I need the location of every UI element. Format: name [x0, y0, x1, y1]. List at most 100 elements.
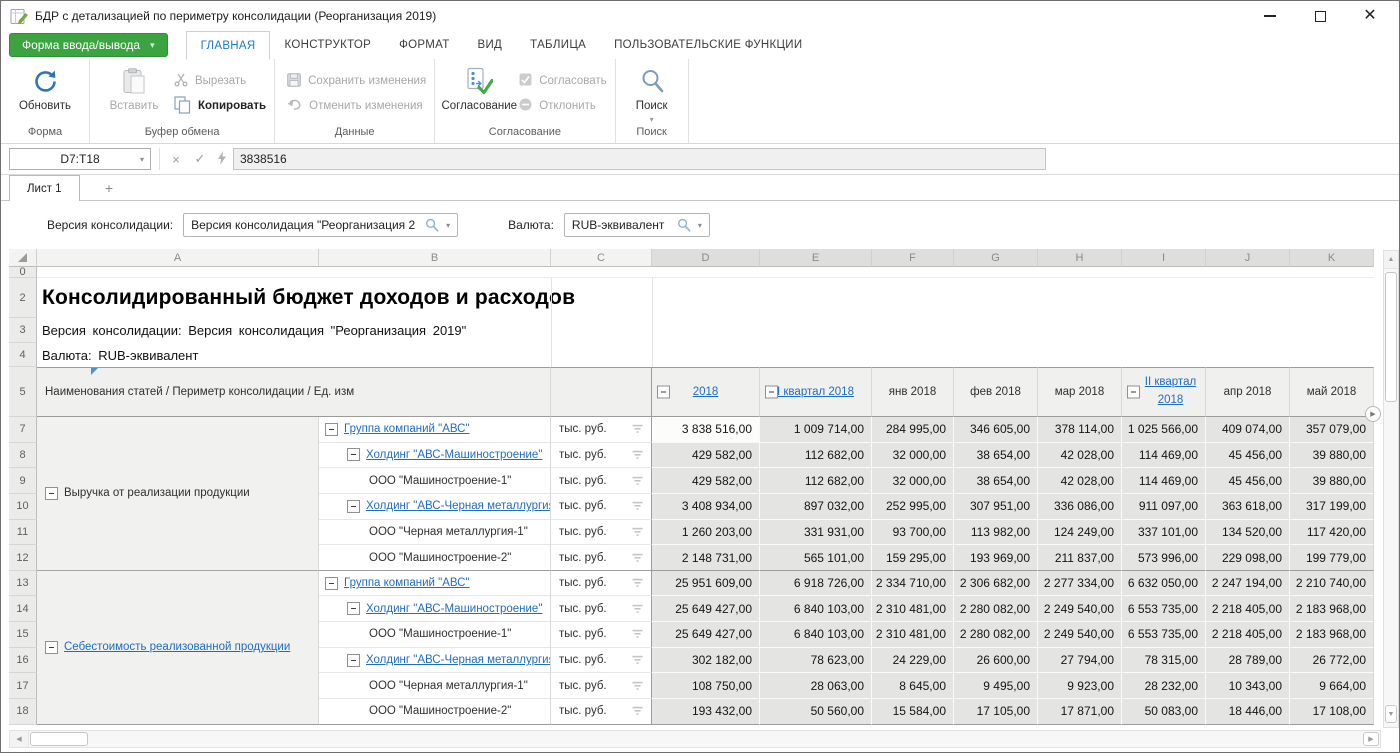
- entity-cell[interactable]: ООО "Черная металлургия-1": [319, 673, 551, 699]
- value-cell[interactable]: 17 105,00: [954, 699, 1038, 725]
- sheet-tab-list1[interactable]: Лист 1: [9, 175, 80, 201]
- maximize-button[interactable]: [1295, 1, 1345, 31]
- entity-cell[interactable]: Группа компаний "АВС": [319, 571, 551, 597]
- period-header[interactable]: мар 2018: [1038, 367, 1122, 417]
- value-cell[interactable]: 357 079,00: [1290, 417, 1374, 443]
- entity-cell[interactable]: ООО "Машиностроение-2": [319, 545, 551, 571]
- column-header-I[interactable]: I: [1122, 249, 1206, 267]
- value-cell[interactable]: 17 108,00: [1290, 699, 1374, 725]
- chevron-down-icon[interactable]: ▾: [140, 155, 144, 164]
- value-cell[interactable]: 124 249,00: [1038, 520, 1122, 546]
- value-cell[interactable]: 337 101,00: [1122, 520, 1206, 546]
- value-cell[interactable]: 2 334 710,00: [872, 571, 954, 597]
- row-header-2[interactable]: 2: [9, 278, 37, 318]
- close-button[interactable]: ✕: [1345, 1, 1395, 31]
- value-cell[interactable]: 346 605,00: [954, 417, 1038, 443]
- unit-cell[interactable]: тыс. руб.: [551, 622, 652, 648]
- column-header-F[interactable]: F: [872, 249, 954, 267]
- value-cell[interactable]: 32 000,00: [872, 468, 954, 494]
- value-cell[interactable]: 114 469,00: [1122, 443, 1206, 469]
- unit-cell[interactable]: тыс. руб.: [551, 545, 652, 571]
- value-cell[interactable]: 429 582,00: [652, 443, 760, 469]
- value-cell[interactable]: 28 232,00: [1122, 673, 1206, 699]
- value-cell[interactable]: 429 582,00: [652, 468, 760, 494]
- value-cell[interactable]: 112 682,00: [760, 468, 872, 494]
- value-cell[interactable]: 193 969,00: [954, 545, 1038, 571]
- version-line[interactable]: Версия консолидации: Версия консолидация…: [37, 318, 1374, 343]
- value-cell[interactable]: 284 995,00: [872, 417, 954, 443]
- value-cell[interactable]: 378 114,00: [1038, 417, 1122, 443]
- row-header-8[interactable]: 8: [9, 443, 37, 469]
- entity-cell[interactable]: Холдинг "АВС-Черная металлургия": [319, 494, 551, 520]
- search-button[interactable]: Поиск ▾: [624, 61, 680, 124]
- filter-icon[interactable]: [632, 450, 643, 460]
- entity-cell[interactable]: ООО "Машиностроение-1": [319, 622, 551, 648]
- grid-row-0[interactable]: [37, 267, 1374, 278]
- filter-icon[interactable]: [632, 706, 643, 716]
- column-header-K[interactable]: K: [1290, 249, 1374, 267]
- period-header[interactable]: II квартал 2018: [1122, 367, 1206, 417]
- value-cell[interactable]: 6 632 050,00: [1122, 571, 1206, 597]
- entity-cell[interactable]: Холдинг "АВС-Машиностроение": [319, 596, 551, 622]
- collapse-icon[interactable]: [45, 641, 58, 654]
- cancel-entry-button[interactable]: ×: [165, 148, 187, 170]
- confirm-entry-button[interactable]: ✓: [189, 148, 211, 170]
- value-cell[interactable]: 2 306 682,00: [954, 571, 1038, 597]
- scroll-right-arrow-icon[interactable]: ▶: [1363, 732, 1379, 746]
- value-cell[interactable]: 911 097,00: [1122, 494, 1206, 520]
- value-cell[interactable]: 9 923,00: [1038, 673, 1122, 699]
- value-cell[interactable]: 108 750,00: [652, 673, 760, 699]
- value-cell[interactable]: 1 260 203,00: [652, 520, 760, 546]
- value-cell[interactable]: 302 182,00: [652, 648, 760, 674]
- value-cell[interactable]: 93 700,00: [872, 520, 954, 546]
- value-cell[interactable]: 573 996,00: [1122, 545, 1206, 571]
- entity-cell[interactable]: Холдинг "АВС-Черная металлургия": [319, 648, 551, 674]
- value-cell[interactable]: 45 456,00: [1206, 443, 1290, 469]
- value-cell[interactable]: 2 249 540,00: [1038, 622, 1122, 648]
- column-header-C[interactable]: C: [551, 249, 652, 267]
- value-cell[interactable]: 331 931,00: [760, 520, 872, 546]
- value-cell[interactable]: 117 420,00: [1290, 520, 1374, 546]
- approval-button[interactable]: Согласование: [443, 61, 515, 112]
- table-header-unit[interactable]: [551, 367, 652, 417]
- period-header[interactable]: апр 2018: [1206, 367, 1290, 417]
- value-cell[interactable]: 2 183 968,00: [1290, 596, 1374, 622]
- row-header-15[interactable]: 15: [9, 622, 37, 648]
- entity-cell[interactable]: Группа компаний "АВС": [319, 417, 551, 443]
- value-cell[interactable]: 113 982,00: [954, 520, 1038, 546]
- column-header-A[interactable]: A: [37, 249, 319, 267]
- row-header-9[interactable]: 9: [9, 468, 37, 494]
- search-icon[interactable]: [425, 218, 439, 232]
- unit-cell[interactable]: тыс. руб.: [551, 673, 652, 699]
- entity-cell[interactable]: Холдинг "АВС-Машиностроение": [319, 443, 551, 469]
- value-cell[interactable]: 199 779,00: [1290, 545, 1374, 571]
- entity-cell[interactable]: ООО "Черная металлургия-1": [319, 520, 551, 546]
- chevron-down-icon[interactable]: ▾: [650, 115, 654, 124]
- filter-icon[interactable]: [632, 578, 643, 588]
- period-header[interactable]: фев 2018: [954, 367, 1038, 417]
- value-cell[interactable]: 6 918 726,00: [760, 571, 872, 597]
- value-cell[interactable]: 252 995,00: [872, 494, 954, 520]
- value-cell[interactable]: 9 495,00: [954, 673, 1038, 699]
- row-header-3[interactable]: 3: [9, 318, 37, 343]
- currency-combobox[interactable]: RUB-эквивалент ▾: [564, 213, 710, 237]
- period-header[interactable]: май 2018: [1290, 367, 1374, 417]
- column-header-H[interactable]: H: [1038, 249, 1122, 267]
- value-cell[interactable]: 134 520,00: [1206, 520, 1290, 546]
- filter-icon[interactable]: [632, 476, 643, 486]
- filter-icon[interactable]: [632, 527, 643, 537]
- value-cell[interactable]: 363 618,00: [1206, 494, 1290, 520]
- value-cell[interactable]: 27 794,00: [1038, 648, 1122, 674]
- filter-icon[interactable]: [632, 553, 643, 563]
- unit-cell[interactable]: тыс. руб.: [551, 571, 652, 597]
- value-cell[interactable]: 897 032,00: [760, 494, 872, 520]
- add-sheet-button[interactable]: +: [96, 175, 122, 201]
- value-cell[interactable]: 28 789,00: [1206, 648, 1290, 674]
- value-cell[interactable]: 10 343,00: [1206, 673, 1290, 699]
- undo-changes-button[interactable]: Отменить изменения: [287, 98, 426, 114]
- unit-cell[interactable]: тыс. руб.: [551, 494, 652, 520]
- entity-cell[interactable]: ООО "Машиностроение-2": [319, 699, 551, 725]
- row-header-17[interactable]: 17: [9, 673, 37, 699]
- unit-cell[interactable]: тыс. руб.: [551, 520, 652, 546]
- cell-reference-box[interactable]: D7:T18 ▾: [9, 148, 151, 170]
